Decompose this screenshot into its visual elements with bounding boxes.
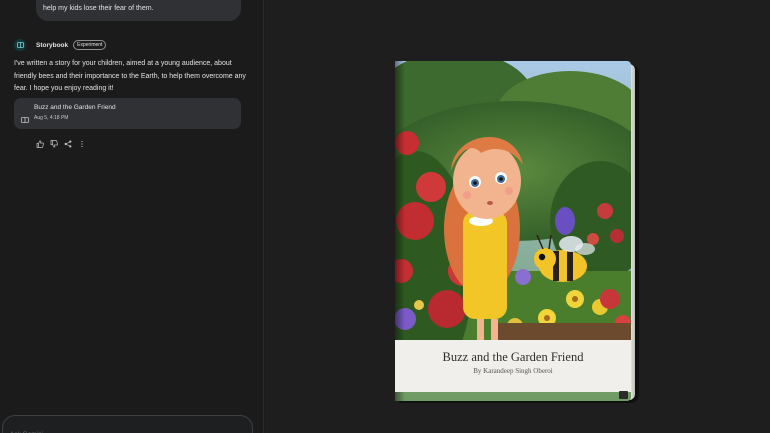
card-title: Buzz and the Garden Friend xyxy=(34,104,116,111)
user-message-bubble: help my kids lose their fear of them. xyxy=(36,0,241,21)
storybook-book[interactable]: Buzz and the Garden Friend By Karandeep … xyxy=(395,61,639,403)
thumb-down-icon[interactable] xyxy=(49,139,58,148)
experiment-badge: Experiment xyxy=(73,40,107,50)
book-cover: Buzz and the Garden Friend By Karandeep … xyxy=(395,61,631,401)
book-author: By Karandeep Singh Oberoi xyxy=(473,367,553,375)
card-date: Aug 5, 4:18 PM xyxy=(34,115,69,121)
storybook-card[interactable]: Buzz and the Garden Friend Aug 5, 4:18 P… xyxy=(14,98,241,129)
book-icon xyxy=(21,110,29,128)
ask-gemini-input[interactable] xyxy=(2,415,253,433)
page-corner-tab[interactable] xyxy=(619,391,628,399)
storybook-app-icon xyxy=(14,39,26,51)
cover-title-band xyxy=(395,340,631,392)
book-title: Buzz and the Garden Friend xyxy=(442,350,584,364)
response-actions xyxy=(35,139,86,148)
more-vert-icon[interactable] xyxy=(77,139,86,148)
response-text: I've written a story for your children, … xyxy=(14,60,246,92)
response-header: Storybook Experiment xyxy=(14,39,107,51)
chat-pane: help my kids lose their fear of them. St… xyxy=(0,0,264,433)
share-icon[interactable] xyxy=(63,139,72,148)
thumb-up-icon[interactable] xyxy=(35,139,44,148)
app-name: Storybook xyxy=(36,41,69,49)
user-message-text: help my kids lose their fear of them. xyxy=(43,5,154,12)
